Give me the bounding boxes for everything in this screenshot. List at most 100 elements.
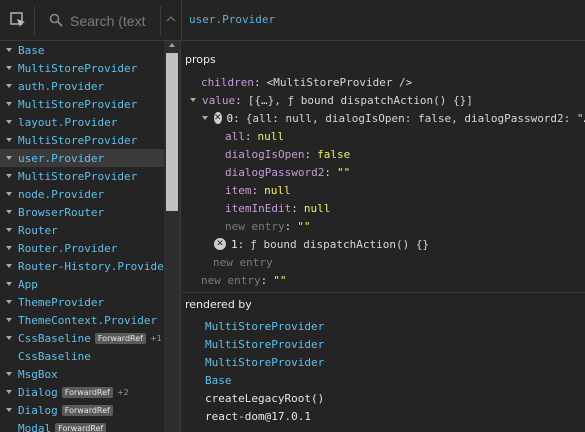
new-entry-inner[interactable]: new entry: "" (182, 217, 585, 235)
tree-item[interactable]: App (0, 275, 164, 293)
rendered-by-label[interactable]: MultiStoreProvider (205, 338, 324, 351)
rendered-by-label[interactable]: MultiStoreProvider (205, 320, 324, 333)
field-value[interactable]: "" (337, 166, 350, 179)
field-value[interactable]: null (304, 202, 331, 215)
prop-row-value[interactable]: value: [{…}, ƒ bound dispatchAction() {}… (182, 91, 585, 109)
tree-item[interactable]: Dialog ForwardRef +2 (0, 383, 164, 401)
expand-arrow-icon[interactable] (202, 116, 208, 120)
tree-item-label: user.Provider (18, 151, 105, 165)
field-key[interactable]: dialogIsOpen (225, 148, 304, 161)
field-value[interactable]: null (258, 130, 285, 143)
expand-arrow-icon[interactable] (6, 318, 12, 322)
expand-arrow-icon[interactable] (6, 84, 12, 88)
new-entry-key[interactable]: new entry (213, 256, 273, 269)
tree-item[interactable]: user.Provider (0, 149, 164, 167)
expand-arrow-icon[interactable] (6, 138, 12, 142)
prop-value: {all: null, dialogIsOpen: false, dialogP… (245, 111, 585, 125)
prop-key[interactable]: value (202, 94, 235, 107)
expand-arrow-icon[interactable] (6, 102, 12, 106)
tree-item[interactable]: Router.Provider (0, 239, 164, 257)
tree-item[interactable]: MultiStoreProvider (0, 59, 164, 77)
tree-item[interactable]: MultiStoreProvider (0, 167, 164, 185)
expand-arrow-icon[interactable] (6, 156, 12, 160)
object-field[interactable]: all: null (182, 127, 585, 145)
expand-arrow-icon[interactable] (6, 264, 12, 268)
tree-item-label: Router.Provider (18, 241, 118, 255)
select-element-icon[interactable] (10, 12, 26, 28)
expand-arrow-icon[interactable] (6, 336, 12, 340)
field-key[interactable]: dialogPassword2 (225, 166, 324, 179)
tree-item[interactable]: Router (0, 221, 164, 239)
new-entry-value[interactable]: "" (297, 220, 310, 233)
prop-row-children[interactable]: children: <MultiStoreProvider /> (182, 73, 585, 91)
expand-arrow-icon[interactable] (6, 192, 12, 196)
tree-item-label: Modal (18, 421, 52, 432)
scrollbar-thumb[interactable] (166, 53, 178, 211)
rendered-by-label[interactable]: Base (205, 374, 232, 387)
props-section-title: props (185, 53, 216, 66)
delete-entry-icon[interactable]: ✕ (214, 112, 222, 124)
rendered-by-item[interactable]: MultiStoreProvider (182, 335, 585, 353)
tree-item[interactable]: Router-History.Provider (0, 257, 170, 275)
field-key[interactable]: itemInEdit (225, 202, 291, 215)
prop-row-item-1[interactable]: ✕ 1: ƒ bound dispatchAction() {} (182, 235, 585, 253)
rendered-by-label[interactable]: MultiStoreProvider (205, 356, 324, 369)
tree-item[interactable]: CssBaseline (0, 347, 164, 365)
component-tree: Base MultiStoreProvider auth.Provider Multi… (0, 41, 170, 432)
rendered-by-item[interactable]: MultiStoreProvider (182, 353, 585, 371)
object-field[interactable]: dialogIsOpen: false (182, 145, 585, 163)
expand-arrow-icon[interactable] (6, 300, 12, 304)
expand-arrow-icon[interactable] (6, 390, 12, 394)
tree-item-label: Router (18, 223, 58, 237)
new-entry-key[interactable]: new entry (201, 274, 261, 287)
tree-item[interactable]: ThemeContext.Provider (0, 311, 164, 329)
chevron-up-icon[interactable] (166, 14, 176, 24)
tree-item[interactable]: BrowserRouter (0, 203, 164, 221)
expand-arrow-icon[interactable] (6, 282, 12, 286)
expand-arrow-icon[interactable] (6, 228, 12, 232)
tree-item[interactable]: ThemeProvider (0, 293, 164, 311)
expand-arrow-icon[interactable] (6, 48, 12, 52)
tree-item[interactable]: Modal ForwardRef (0, 419, 164, 432)
toolbar-divider (160, 6, 161, 35)
new-entry-value-array[interactable]: new entry (182, 253, 585, 271)
field-key[interactable]: all (225, 130, 245, 143)
new-entry-root[interactable]: new entry: "" (182, 271, 585, 289)
expand-arrow-icon[interactable] (6, 372, 12, 376)
rendered-by-label: createLegacyRoot() (205, 391, 325, 405)
new-entry-value[interactable]: "" (273, 274, 286, 287)
prop-key[interactable]: children (201, 76, 254, 89)
object-field[interactable]: dialogPassword2: "" (182, 163, 585, 181)
field-value[interactable]: false (317, 148, 350, 161)
rendered-by-item[interactable]: Base (182, 371, 585, 389)
expand-arrow-icon[interactable] (6, 210, 12, 214)
expand-arrow-icon[interactable] (190, 98, 196, 102)
field-key[interactable]: item (225, 184, 252, 197)
field-value[interactable]: null (264, 184, 291, 197)
scrollbar[interactable] (164, 41, 180, 432)
tree-item[interactable]: MsgBox (0, 365, 164, 383)
expand-arrow-icon[interactable] (6, 408, 12, 412)
scroll-up-arrow-icon[interactable] (169, 43, 175, 47)
tree-item[interactable]: MultiStoreProvider (0, 131, 164, 149)
tree-item[interactable]: Dialog ForwardRef (0, 401, 164, 419)
object-field[interactable]: item: null (182, 181, 585, 199)
tree-item[interactable]: auth.Provider (0, 77, 164, 95)
object-field[interactable]: itemInEdit: null (182, 199, 585, 217)
new-entry-key[interactable]: new entry (225, 220, 285, 233)
tree-item[interactable]: Base (0, 41, 164, 59)
delete-entry-icon[interactable]: ✕ (214, 238, 226, 250)
tree-item[interactable]: MultiStoreProvider (0, 95, 164, 113)
expand-arrow-icon[interactable] (6, 174, 12, 178)
expand-arrow-icon[interactable] (6, 66, 12, 70)
toolbar: user.Provider (0, 0, 585, 41)
tree-item[interactable]: CssBaseline ForwardRef +1 (0, 329, 164, 347)
rendered-by-item[interactable]: MultiStoreProvider (182, 317, 585, 335)
extra-count: +1 (149, 333, 162, 343)
prop-row-item-0[interactable]: ✕ 0: {all: null, dialogIsOpen: false, di… (182, 109, 585, 127)
tree-item[interactable]: layout.Provider (0, 113, 164, 131)
search-input[interactable] (70, 11, 146, 31)
expand-arrow-icon[interactable] (6, 120, 12, 124)
expand-arrow-icon[interactable] (6, 246, 12, 250)
tree-item[interactable]: node.Provider (0, 185, 164, 203)
